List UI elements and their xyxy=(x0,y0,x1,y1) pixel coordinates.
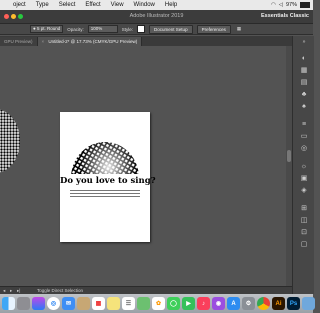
style-swatch[interactable] xyxy=(137,25,146,33)
artboard[interactable]: Do you love to sing? xyxy=(60,112,156,242)
podcasts-icon[interactable]: ◉ xyxy=(212,297,225,310)
menu-effect[interactable]: Effect xyxy=(80,2,105,8)
stroke-profile-dropdown[interactable]: ● 5 pt. Round xyxy=(30,25,64,33)
safari-icon[interactable]: ◎ xyxy=(47,297,60,310)
arrange-icon[interactable]: ▦ xyxy=(237,26,241,32)
body-text-line[interactable] xyxy=(70,196,140,197)
graphic-styles-icon[interactable]: ▣ xyxy=(299,174,309,183)
calendar-icon[interactable]: ▦ xyxy=(92,297,105,310)
menu-object[interactable]: oject xyxy=(8,2,31,8)
mail-icon[interactable]: ✉ xyxy=(62,297,75,310)
messages-icon[interactable]: ◯ xyxy=(167,297,180,310)
window-titlebar: Adobe Illustrator 2019 Essentials Classi… xyxy=(0,10,313,24)
align-panel-icon[interactable]: ⊞ xyxy=(299,204,309,213)
transparency-panel-icon[interactable]: ◎ xyxy=(299,144,309,153)
reminders-icon[interactable]: ☰ xyxy=(122,297,135,310)
tab-label: GPU Preview) xyxy=(4,39,33,44)
stroke-dot-icon: ● xyxy=(33,26,36,31)
wifi-icon[interactable]: ◠ xyxy=(271,2,276,8)
system-preferences-icon[interactable]: ⚙ xyxy=(242,297,255,310)
sphere-graphic[interactable] xyxy=(70,126,140,174)
tab-untitled-2[interactable]: × Untitled-2* @ 17.73% (CMYK/GPU Preview… xyxy=(37,37,143,46)
transform-panel-icon[interactable]: ⊡ xyxy=(299,228,309,237)
status-area: ◠ ◁ 97% xyxy=(271,2,313,8)
gradient-panel-icon[interactable]: ▭ xyxy=(299,132,309,141)
music-icon[interactable]: ♪ xyxy=(197,297,210,310)
launchpad-icon[interactable] xyxy=(17,297,30,310)
headline[interactable]: Do you love to sing? xyxy=(60,176,156,186)
illustrator-icon[interactable]: Ai xyxy=(272,297,285,310)
contacts-icon[interactable] xyxy=(77,297,90,310)
color-panel-icon[interactable]: ◐ xyxy=(299,54,309,63)
menu-help[interactable]: Help xyxy=(160,2,182,8)
artboards-panel-icon[interactable]: ▢ xyxy=(299,240,309,249)
maps-icon[interactable] xyxy=(137,297,150,310)
finder-icon[interactable] xyxy=(2,297,15,310)
pathfinder-icon[interactable]: ◫ xyxy=(299,216,309,225)
chrome-icon[interactable] xyxy=(257,297,270,310)
menu-view[interactable]: View xyxy=(106,2,129,8)
photoshop-icon[interactable]: Ps xyxy=(287,297,300,310)
opacity-label: Opacity: xyxy=(67,26,84,32)
sound-icon[interactable]: ◁ xyxy=(279,2,283,8)
battery-icon[interactable] xyxy=(300,2,310,8)
preferences-button[interactable]: Preferences xyxy=(196,24,231,34)
control-bar: ● 5 pt. Round Opacity: 100% Style: Docum… xyxy=(0,24,313,35)
tab-label: Untitled-2* @ 17.73% (CMYK/GPU Preview) xyxy=(48,39,138,44)
opacity-field[interactable]: 100% xyxy=(87,25,118,33)
stroke-panel-icon[interactable]: ≡ xyxy=(299,120,309,129)
menu-select[interactable]: Select xyxy=(54,2,81,8)
layers-panel-icon[interactable]: ◈ xyxy=(299,186,309,195)
workspace-switcher[interactable]: Essentials Classic xyxy=(261,13,309,19)
dock: ◎ ✉ ▦ ☰ ✿ ◯ ▶ ♪ ◉ A ⚙ Ai Ps xyxy=(0,294,315,313)
symbols-icon[interactable]: ♠ xyxy=(299,102,309,111)
body-text-line[interactable] xyxy=(70,190,140,191)
menu-bar: oject Type Select Effect View Window Hel… xyxy=(0,0,313,10)
swatches-icon[interactable]: ▤ xyxy=(299,78,309,87)
style-label: Style: xyxy=(121,26,134,32)
document-setup-button[interactable]: Document Setup xyxy=(149,24,193,34)
siri-icon[interactable] xyxy=(32,297,45,310)
vertical-scroll-thumb[interactable] xyxy=(287,150,291,162)
battery-percent: 97% xyxy=(285,2,297,8)
brushes-icon[interactable]: ♣ xyxy=(299,90,309,99)
document-tabs: GPU Preview) × Untitled-2* @ 17.73% (CMY… xyxy=(0,36,292,46)
app-store-icon[interactable]: A xyxy=(227,297,240,310)
body-text-line[interactable] xyxy=(70,193,140,194)
collapse-panels-icon[interactable]: » xyxy=(299,38,309,47)
folder-icon[interactable] xyxy=(302,297,315,310)
stroke-profile-value: 5 pt. Round xyxy=(36,26,61,31)
appearance-panel-icon[interactable]: ☼ xyxy=(299,162,309,171)
offcanvas-sphere-graphic[interactable] xyxy=(0,106,22,176)
panel-dock: » ◐ ▦ ▤ ♣ ♠ ≡ ▭ ◎ ☼ ▣ ◈ ⊞ ◫ ⊡ ▢ xyxy=(292,36,314,294)
close-tab-icon[interactable]: × xyxy=(42,39,45,44)
facetime-icon[interactable]: ▶ xyxy=(182,297,195,310)
notes-icon[interactable] xyxy=(107,297,120,310)
canvas[interactable]: Do you love to sing? xyxy=(0,46,292,294)
menu-window[interactable]: Window xyxy=(129,2,160,8)
color-guide-icon[interactable]: ▦ xyxy=(299,66,309,75)
tab-previous-document[interactable]: GPU Preview) xyxy=(0,37,38,46)
photos-icon[interactable]: ✿ xyxy=(152,297,165,310)
menu-type[interactable]: Type xyxy=(31,2,54,8)
